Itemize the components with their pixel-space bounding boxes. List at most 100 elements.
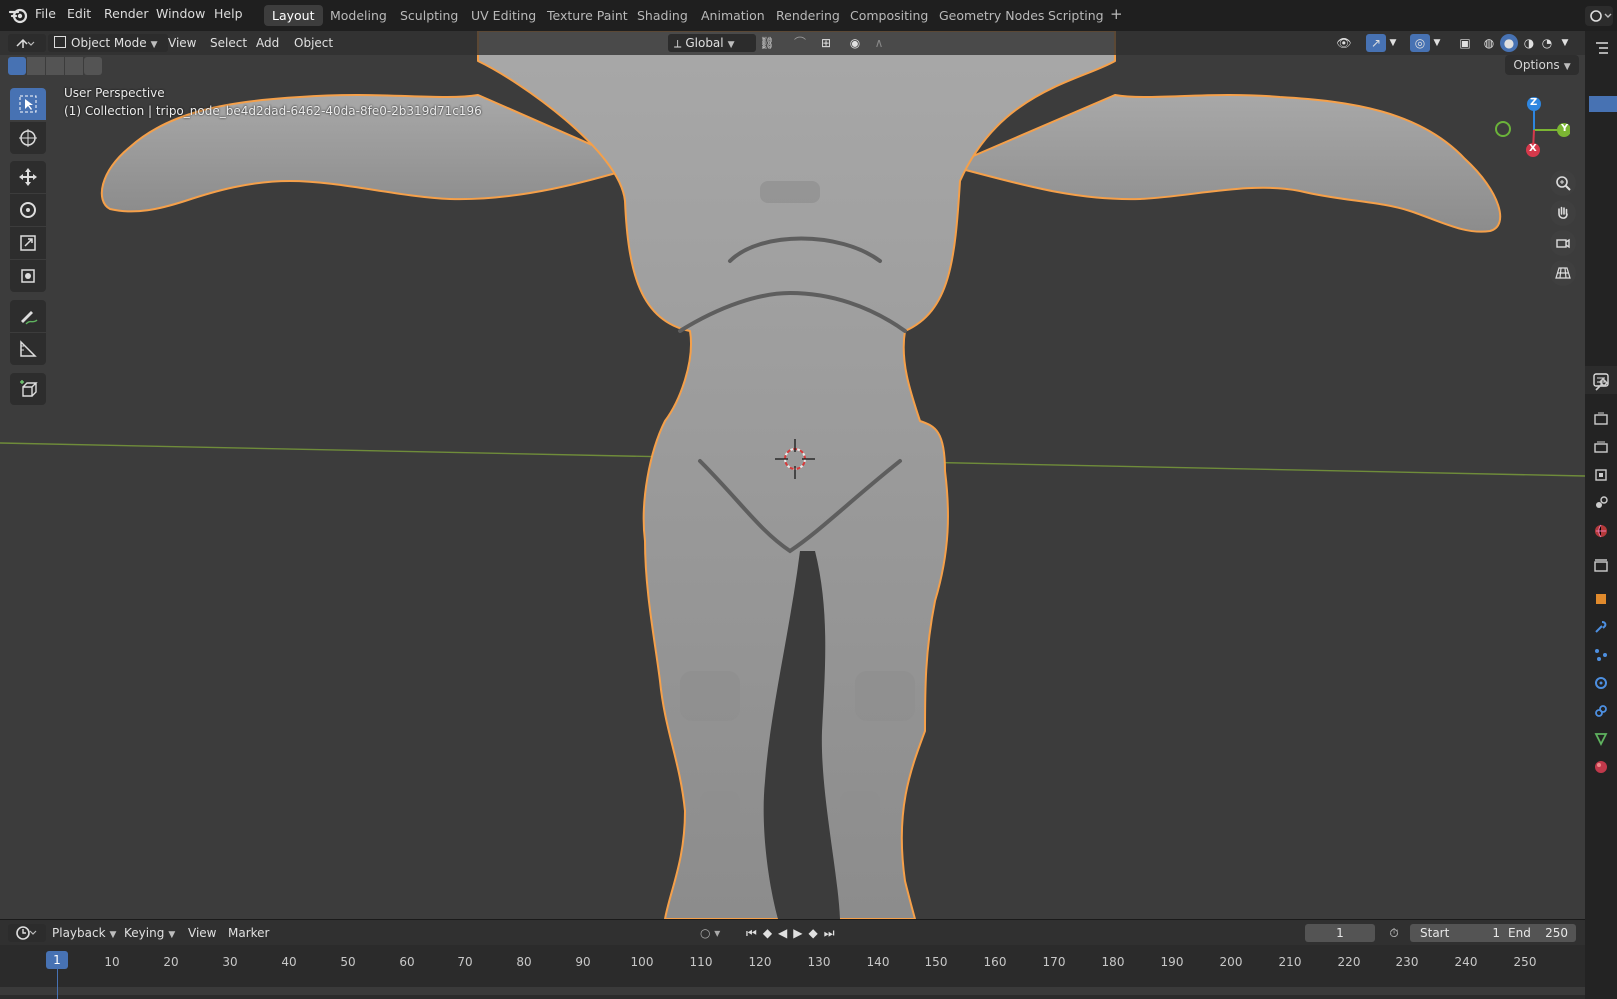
tab-compositing[interactable]: Compositing bbox=[842, 5, 936, 26]
options-dropdown[interactable]: Options ▼ bbox=[1505, 55, 1579, 75]
timeline-editor-type-button[interactable] bbox=[8, 924, 46, 942]
select-box-mode-icon[interactable] bbox=[8, 57, 26, 75]
menu-select[interactable]: Select bbox=[210, 34, 247, 52]
playback-label: Playback bbox=[52, 926, 106, 940]
menu-file[interactable]: File bbox=[35, 6, 56, 21]
mode-dropdown[interactable]: Object Mode ▼ bbox=[48, 34, 168, 52]
object-properties-icon[interactable] bbox=[1592, 590, 1610, 608]
move-tool-icon[interactable] bbox=[10, 161, 46, 193]
tab-shading[interactable]: Shading bbox=[629, 5, 696, 26]
material-shading-icon[interactable]: ◑ bbox=[1520, 34, 1538, 52]
play-reverse-icon[interactable]: ◀ bbox=[778, 926, 793, 940]
tab-sculpting[interactable]: Sculpting bbox=[392, 5, 466, 26]
xray-icon[interactable]: ▣ bbox=[1455, 34, 1475, 52]
add-cube-tool-icon[interactable] bbox=[10, 373, 46, 405]
particle-properties-icon[interactable] bbox=[1592, 646, 1610, 664]
menu-help[interactable]: Help bbox=[214, 6, 243, 21]
solid-shading-icon[interactable]: ● bbox=[1500, 34, 1518, 52]
pivot-point-icon[interactable]: ⛓ bbox=[754, 34, 780, 52]
physics-properties-icon[interactable] bbox=[1592, 674, 1610, 692]
navigation-gizmo[interactable]: Z Y X bbox=[1490, 92, 1571, 162]
playhead-frame-indicator[interactable]: 1 bbox=[46, 951, 68, 969]
falloff-icon[interactable]: ∧ bbox=[868, 34, 890, 52]
select-subtract-mode-icon[interactable] bbox=[46, 57, 64, 75]
3d-viewport[interactable] bbox=[0, 31, 1585, 919]
perspective-toggle-icon[interactable] bbox=[1550, 260, 1576, 286]
tab-layout[interactable]: Layout bbox=[264, 5, 323, 26]
select-intersect-mode-icon[interactable] bbox=[84, 57, 102, 75]
blender-logo-icon[interactable] bbox=[8, 6, 28, 27]
select-invert-mode-icon[interactable] bbox=[65, 57, 83, 75]
editor-type-button[interactable] bbox=[8, 34, 46, 52]
timeline-menu-view[interactable]: View bbox=[188, 924, 216, 942]
menu-edit[interactable]: Edit bbox=[67, 6, 91, 21]
tab-texture-paint[interactable]: Texture Paint bbox=[539, 5, 636, 26]
material-properties-icon[interactable] bbox=[1592, 758, 1610, 776]
rendered-shading-icon[interactable]: ◔ bbox=[1538, 34, 1556, 52]
constraint-properties-icon[interactable] bbox=[1592, 702, 1610, 720]
playback-dropdown[interactable]: Playback ▼ bbox=[52, 924, 116, 942]
previous-keyframe-icon[interactable]: ◆ bbox=[763, 926, 778, 940]
outliner-icon[interactable] bbox=[1593, 39, 1611, 57]
menu-window[interactable]: Window bbox=[156, 6, 205, 21]
snap-target-icon[interactable]: ⊞ bbox=[812, 34, 840, 52]
measure-tool-icon[interactable] bbox=[10, 333, 46, 365]
collection-properties-icon[interactable] bbox=[1592, 556, 1610, 574]
menu-object[interactable]: Object bbox=[294, 34, 333, 52]
auto-keying-icon[interactable]: ○ ▾ bbox=[700, 924, 732, 942]
scene-selector-button[interactable] bbox=[1585, 6, 1613, 26]
proportional-edit-icon[interactable]: ◉ bbox=[846, 34, 864, 52]
jump-to-end-icon[interactable]: ⏭ bbox=[824, 926, 841, 940]
tab-scripting[interactable]: Scripting bbox=[1040, 5, 1112, 26]
modifier-properties-icon[interactable] bbox=[1592, 618, 1610, 636]
tab-modeling[interactable]: Modeling bbox=[322, 5, 395, 26]
output-properties-icon[interactable] bbox=[1592, 438, 1610, 456]
scale-tool-icon[interactable] bbox=[10, 227, 46, 259]
start-frame-field[interactable]: Start 1 bbox=[1410, 924, 1510, 942]
end-frame-field[interactable]: End 250 bbox=[1500, 924, 1576, 942]
wireframe-shading-icon[interactable]: ◍ bbox=[1480, 34, 1498, 52]
view-layer-properties-icon[interactable] bbox=[1592, 466, 1610, 484]
world-properties-icon[interactable] bbox=[1592, 522, 1610, 540]
next-keyframe-icon[interactable]: ◆ bbox=[809, 926, 824, 940]
outliner-selected-row[interactable] bbox=[1589, 96, 1617, 112]
tool-settings-icon[interactable] bbox=[1592, 376, 1610, 394]
render-properties-icon[interactable] bbox=[1592, 410, 1610, 428]
annotate-tool-icon[interactable] bbox=[10, 300, 46, 332]
current-frame-field[interactable]: 1 bbox=[1305, 924, 1375, 942]
camera-view-icon[interactable] bbox=[1550, 230, 1576, 256]
jump-to-start-icon[interactable]: ⏮ bbox=[746, 926, 763, 940]
tab-animation[interactable]: Animation bbox=[693, 5, 773, 26]
scene-properties-icon[interactable] bbox=[1592, 494, 1610, 512]
pan-hand-icon[interactable] bbox=[1550, 200, 1576, 226]
overlays-icon[interactable]: ◎ bbox=[1410, 34, 1430, 52]
stopwatch-icon[interactable]: ⏱ bbox=[1385, 924, 1403, 942]
snap-icon[interactable]: ⌒ bbox=[790, 34, 810, 52]
data-properties-icon[interactable] bbox=[1592, 730, 1610, 748]
tab-rendering[interactable]: Rendering bbox=[768, 5, 848, 26]
menu-view[interactable]: View bbox=[168, 34, 196, 52]
menu-add[interactable]: Add bbox=[256, 34, 279, 52]
add-workspace-button[interactable]: + bbox=[1110, 5, 1123, 23]
cursor-tool-icon[interactable] bbox=[10, 122, 46, 154]
zoom-icon[interactable] bbox=[1550, 170, 1576, 196]
timeline-ruler[interactable] bbox=[0, 945, 1585, 999]
timeline-scrollbar[interactable] bbox=[0, 987, 1585, 995]
transform-tool-icon[interactable] bbox=[10, 260, 46, 292]
timeline-menu-marker[interactable]: Marker bbox=[228, 924, 269, 942]
chevron-down-icon[interactable]: ▼ bbox=[1558, 34, 1572, 52]
keying-dropdown[interactable]: Keying ▼ bbox=[124, 924, 175, 942]
gizmo-toggle-icon[interactable]: ↗ bbox=[1366, 34, 1386, 52]
tab-geometry-nodes[interactable]: Geometry Nodes bbox=[931, 5, 1052, 26]
play-icon[interactable]: ▶ bbox=[793, 926, 808, 940]
chevron-down-icon[interactable]: ▼ bbox=[1386, 34, 1400, 52]
visibility-icon[interactable]: 👁 bbox=[1330, 34, 1358, 52]
ruler-tick-20: 20 bbox=[163, 955, 179, 969]
select-tool-icon[interactable] bbox=[10, 88, 46, 120]
select-extend-mode-icon[interactable] bbox=[27, 57, 45, 75]
transform-orientation-dropdown[interactable]: ⟂ Global ▼ bbox=[668, 34, 756, 52]
chevron-down-icon[interactable]: ▼ bbox=[1430, 34, 1444, 52]
tab-uv-editing[interactable]: UV Editing bbox=[463, 5, 544, 26]
rotate-tool-icon[interactable] bbox=[10, 194, 46, 226]
menu-render[interactable]: Render bbox=[104, 6, 149, 21]
